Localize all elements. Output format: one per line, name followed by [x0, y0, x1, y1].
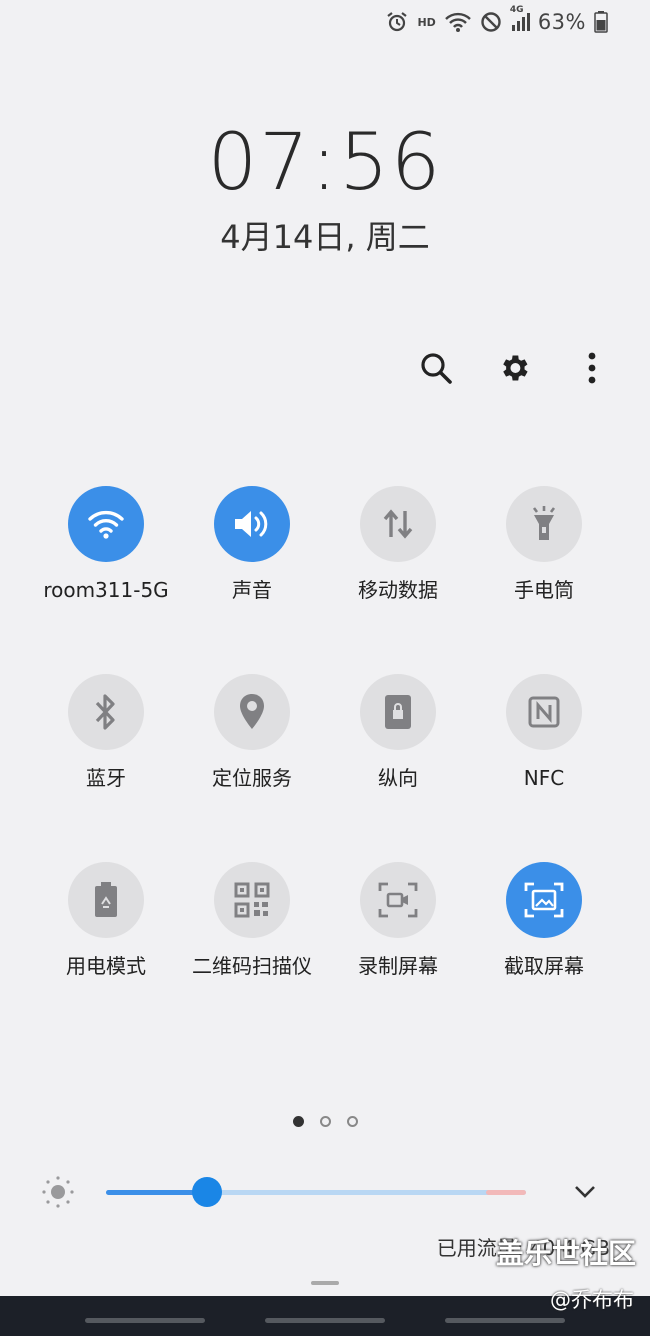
- battery-saver-icon: [95, 882, 117, 917]
- status-bar: HD 4G 63%: [385, 5, 608, 36]
- nav-back-button[interactable]: [445, 1318, 565, 1323]
- tile-wifi-toggle[interactable]: [68, 486, 144, 562]
- tile-nfc-toggle[interactable]: [506, 674, 582, 750]
- quick-panel-actions: [416, 348, 612, 388]
- tile-label: 录制屏幕: [358, 954, 438, 978]
- tile-label: 纵向: [378, 766, 418, 790]
- tile-flashlight-toggle[interactable]: [506, 486, 582, 562]
- page-dot-3[interactable]: [346, 1116, 358, 1127]
- tile-sound[interactable]: 声音: [179, 486, 325, 604]
- settings-button[interactable]: [494, 348, 534, 388]
- wifi-icon: [88, 510, 124, 539]
- screenshot-icon: [524, 882, 564, 918]
- tile-orientation-toggle[interactable]: [360, 674, 436, 750]
- location-icon: [240, 694, 264, 729]
- bluetooth-icon: [95, 694, 115, 730]
- tile-nfc[interactable]: NFC: [471, 674, 617, 792]
- tile-bluetooth-toggle[interactable]: [68, 674, 144, 750]
- signal-icon: 4G: [510, 5, 530, 33]
- brightness-icon: [40, 1174, 76, 1214]
- tile-qr-scanner-toggle[interactable]: [214, 862, 290, 938]
- network-type-label: 4G: [509, 5, 524, 15]
- chevron-down-icon: [575, 1186, 595, 1198]
- do-not-disturb-icon: [480, 11, 502, 33]
- page-indicator: [0, 1116, 650, 1127]
- tile-location[interactable]: 定位服务: [179, 674, 325, 792]
- battery-icon: [594, 11, 608, 33]
- quick-settings-grid: room311-5G 声音 移动数据 手电筒 蓝牙 定位服务 纵向 NFC 用电…: [33, 486, 617, 980]
- mobile-data-icon: [383, 509, 413, 539]
- clock-date[interactable]: 4月14日, 周二: [0, 212, 650, 258]
- tile-power-mode-toggle[interactable]: [68, 862, 144, 938]
- tile-screenshot[interactable]: 截取屏幕: [471, 862, 617, 980]
- clock-time[interactable]: 07:56: [0, 118, 650, 208]
- nfc-icon: [528, 696, 560, 728]
- tile-label: 用电模式: [66, 954, 146, 978]
- tile-mobile-data-toggle[interactable]: [360, 486, 436, 562]
- battery-percentage: 63%: [537, 10, 586, 34]
- brightness-control: [40, 1172, 610, 1212]
- tile-screen-record[interactable]: 录制屏幕: [325, 862, 471, 980]
- portrait-lock-icon: [385, 695, 411, 729]
- nav-home-button[interactable]: [265, 1318, 385, 1323]
- tile-mobile-data[interactable]: 移动数据: [325, 486, 471, 604]
- tile-label: NFC: [523, 766, 565, 790]
- watermark-text: 盖乐世社区: [495, 1237, 636, 1270]
- tile-qr-scanner[interactable]: 二维码扫描仪: [179, 862, 325, 980]
- tile-label: 蓝牙: [86, 766, 126, 790]
- brightness-high-zone: [486, 1190, 526, 1195]
- tile-sound-toggle[interactable]: [214, 486, 290, 562]
- hd-voice-indicator: HD: [417, 15, 436, 29]
- tile-power-mode[interactable]: 用电模式: [33, 862, 179, 980]
- brightness-slider[interactable]: [106, 1177, 526, 1207]
- tile-label: 截取屏幕: [504, 954, 584, 978]
- brightness-slider-thumb[interactable]: [191, 1177, 222, 1207]
- search-icon: [421, 353, 452, 384]
- tile-label: room311-5G: [43, 578, 169, 602]
- tile-label: 声音: [232, 578, 272, 602]
- panel-drag-handle[interactable]: [311, 1281, 339, 1285]
- tile-label: 定位服务: [212, 766, 292, 790]
- qr-code-icon: [234, 882, 270, 918]
- gear-icon: [503, 355, 528, 381]
- tile-flashlight[interactable]: 手电筒: [471, 486, 617, 604]
- screen-record-icon: [378, 882, 418, 918]
- volume-icon: [235, 511, 268, 537]
- wifi-status-icon: [444, 11, 472, 33]
- search-button[interactable]: [416, 348, 456, 388]
- expand-brightness-button[interactable]: [572, 1178, 598, 1208]
- tile-label: 移动数据: [358, 578, 438, 602]
- watermark-user: @乔布布: [550, 1288, 634, 1312]
- page-dot-1[interactable]: [292, 1116, 304, 1127]
- flashlight-icon: [532, 506, 556, 540]
- tile-bluetooth[interactable]: 蓝牙: [33, 674, 179, 792]
- tile-location-toggle[interactable]: [214, 674, 290, 750]
- alarm-icon: [385, 10, 409, 34]
- tile-screen-record-toggle[interactable]: [360, 862, 436, 938]
- tile-label: 二维码扫描仪: [192, 954, 312, 978]
- tile-screenshot-toggle[interactable]: [506, 862, 582, 938]
- tile-wifi[interactable]: room311-5G: [33, 486, 179, 604]
- tile-label: 手电筒: [514, 578, 574, 602]
- nav-recents-button[interactable]: [85, 1318, 205, 1323]
- more-vertical-icon: [588, 352, 596, 384]
- tile-orientation[interactable]: 纵向: [325, 674, 471, 792]
- more-options-button[interactable]: [572, 348, 612, 388]
- page-dot-2[interactable]: [319, 1116, 331, 1127]
